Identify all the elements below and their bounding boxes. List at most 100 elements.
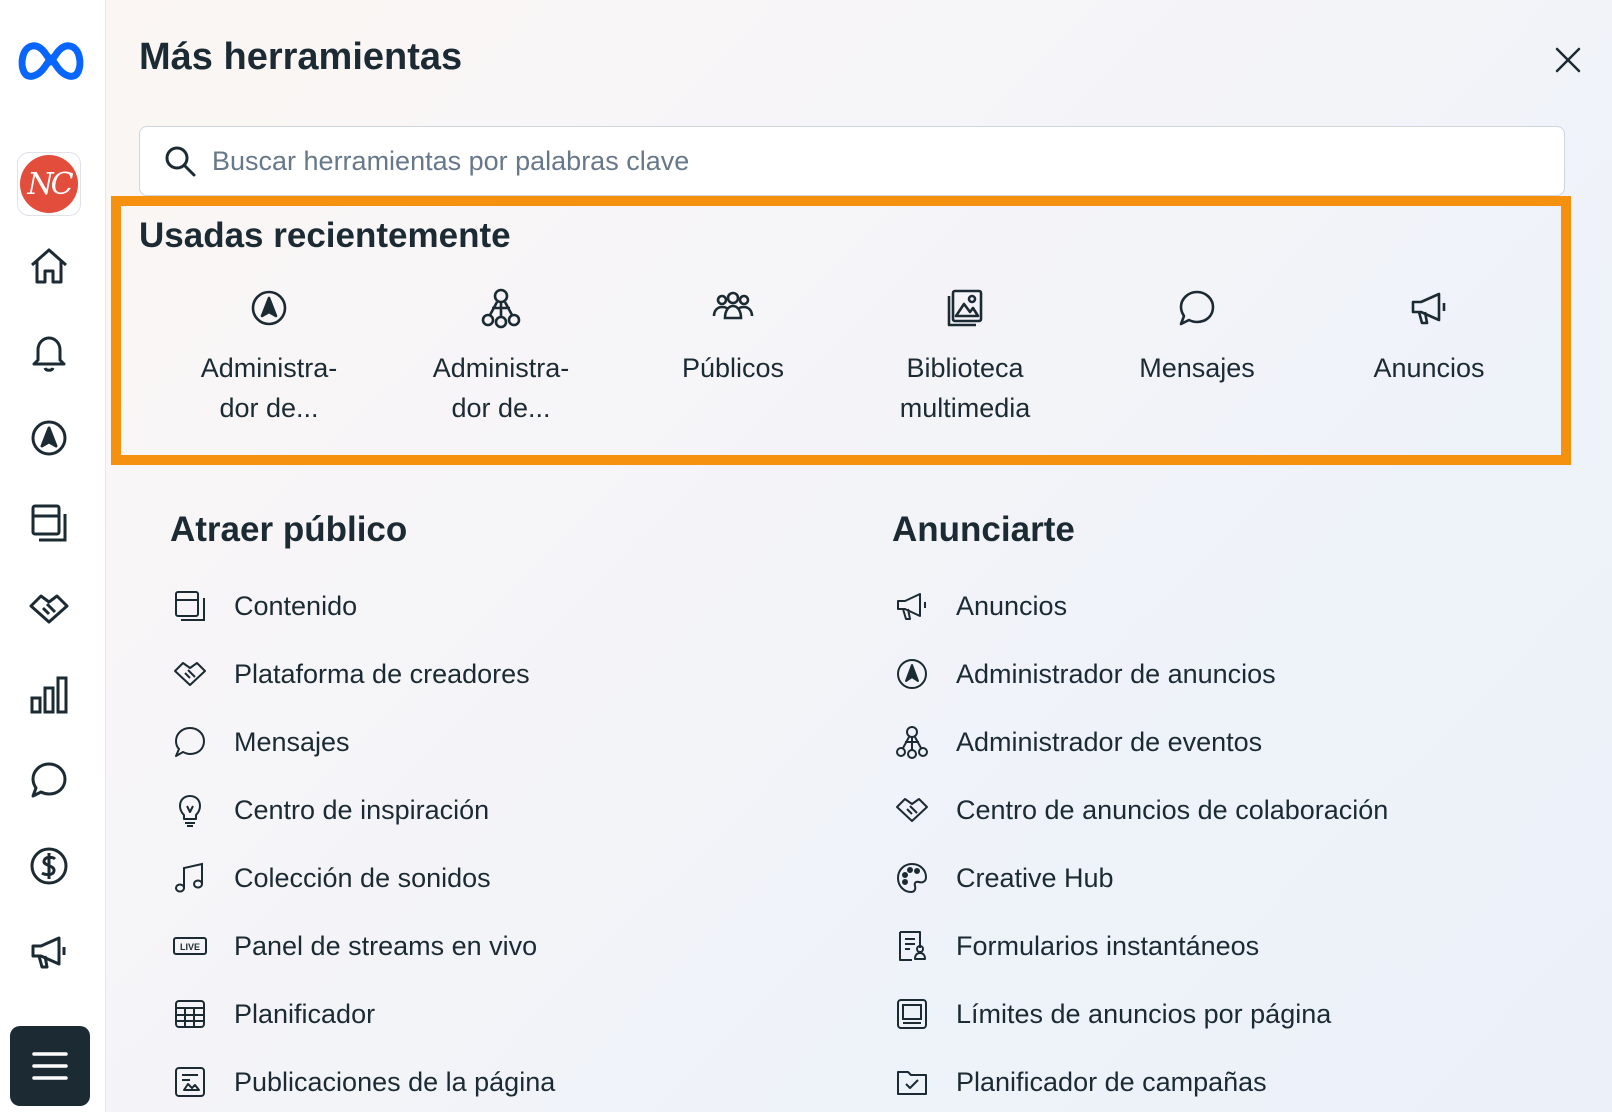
attract-section-title: Atraer público xyxy=(170,510,408,549)
rail-notifications[interactable] xyxy=(21,324,77,380)
tool-creative-hub[interactable]: Creative Hub xyxy=(894,844,1554,912)
tool-inspiration-hub[interactable]: Centro de inspiración xyxy=(172,776,812,844)
meta-logo-icon[interactable] xyxy=(16,34,86,84)
tool-label: Panel de streams en vivo xyxy=(234,930,538,961)
folder-check-icon xyxy=(897,1071,927,1095)
tool-label: Formularios instantáneos xyxy=(956,930,1260,961)
tool-label: Creative Hub xyxy=(956,862,1114,893)
tool-events-manager[interactable]: Administrador de eventos xyxy=(894,708,1554,776)
recent-audiences[interactable]: Públicos xyxy=(633,286,833,436)
left-rail: NC xyxy=(0,0,106,1112)
events-icon xyxy=(481,288,521,329)
ads-manager-icon xyxy=(251,290,287,326)
form-icon xyxy=(899,931,926,961)
tool-label: Contenido xyxy=(234,590,358,621)
tool-planner[interactable]: Planificador xyxy=(172,980,812,1048)
tool-label: Anuncios xyxy=(956,590,1068,621)
tool-label: Administrador de eventos xyxy=(956,726,1263,757)
tool-label: Límites de anuncios por página xyxy=(956,998,1332,1029)
tool-label: Mensajes xyxy=(234,726,350,757)
tool-label: Plataforma de creadores xyxy=(234,658,530,689)
recent-tools: Administra- dor de... Administra- dor de… xyxy=(159,286,1589,436)
page-limit-icon xyxy=(897,999,927,1029)
megaphone-icon xyxy=(897,593,926,620)
page-posts-icon xyxy=(175,1067,205,1097)
recent-media-library[interactable]: Biblioteca multimedia xyxy=(865,286,1065,436)
rail-monetization[interactable] xyxy=(21,838,77,894)
page-title: Más herramientas xyxy=(139,36,463,78)
tool-sound-collection[interactable]: Colección de sonidos xyxy=(172,844,812,912)
recent-label: Biblioteca multimedia xyxy=(865,348,1065,428)
close-button[interactable] xyxy=(1548,40,1588,80)
rail-content[interactable] xyxy=(21,494,77,550)
megaphone-icon xyxy=(1411,292,1446,325)
rail-ads[interactable] xyxy=(21,924,77,980)
avatar-initials: NC xyxy=(20,155,78,213)
recent-label: Administra- dor de... xyxy=(401,348,601,428)
tool-label: Administrador de anuncios xyxy=(956,658,1276,689)
home-icon xyxy=(31,248,67,284)
tool-instant-forms[interactable]: Formularios instantáneos xyxy=(894,912,1554,980)
tool-label: Publicaciones de la página xyxy=(234,1066,556,1097)
recent-section-title: Usadas recientemente xyxy=(139,216,511,255)
rail-creators[interactable] xyxy=(21,580,77,636)
tool-collab-ads[interactable]: Centro de anuncios de colaboración xyxy=(894,776,1554,844)
tool-ads-manager[interactable]: Administrador de anuncios xyxy=(894,640,1554,708)
tool-creator-platform[interactable]: Plataforma de creadores xyxy=(172,640,812,708)
search-icon xyxy=(165,146,196,177)
megaphone-icon xyxy=(31,936,66,969)
recent-label-line: dor de... xyxy=(219,393,319,423)
tool-content[interactable]: Contenido xyxy=(172,572,812,640)
tool-page-posts[interactable]: Publicaciones de la página xyxy=(172,1048,812,1112)
avatar[interactable]: NC xyxy=(17,152,81,216)
recent-label-line: Públicos xyxy=(681,353,785,383)
recent-ads-manager[interactable]: Administra- dor de... xyxy=(169,286,369,436)
calendar-grid-icon xyxy=(175,1000,205,1028)
media-library-icon xyxy=(947,289,983,327)
handshake-icon xyxy=(896,798,928,822)
search-input[interactable] xyxy=(212,145,1512,177)
bell-icon xyxy=(32,336,66,372)
recent-messages[interactable]: Mensajes xyxy=(1097,286,1297,436)
palette-icon xyxy=(896,862,928,894)
recent-label: Mensajes xyxy=(1097,348,1297,388)
message-icon xyxy=(1179,290,1215,326)
search-box[interactable] xyxy=(139,126,1565,196)
rail-insights[interactable] xyxy=(21,666,77,722)
ads-manager-icon xyxy=(897,659,927,689)
rail-home[interactable] xyxy=(21,238,77,294)
recent-events-manager[interactable]: Administra- dor de... xyxy=(401,286,601,436)
tool-campaign-planner[interactable]: Planificador de campañas xyxy=(894,1048,1554,1112)
rail-ads-manager[interactable] xyxy=(21,410,77,466)
recent-label: Anuncios xyxy=(1329,348,1529,388)
tool-page-ad-limits[interactable]: Límites de anuncios por página xyxy=(894,980,1554,1048)
ads-manager-icon xyxy=(31,420,67,456)
events-icon xyxy=(896,726,928,759)
lightbulb-icon xyxy=(179,795,201,827)
content-icon xyxy=(175,591,205,621)
tool-ads[interactable]: Anuncios xyxy=(894,572,1554,640)
advertise-tools-list: Anuncios Administrador de anuncios Admin… xyxy=(894,572,1554,1112)
recent-label-line: Administra- xyxy=(200,353,338,383)
recent-label-line: Administra- xyxy=(432,353,570,383)
message-icon xyxy=(31,762,67,798)
content-icon xyxy=(31,504,67,542)
recent-ads[interactable]: Anuncios xyxy=(1329,286,1529,436)
recent-label: Administra- dor de... xyxy=(169,348,369,428)
menu-button[interactable] xyxy=(10,1026,90,1106)
recent-label-line: multimedia xyxy=(899,393,1031,423)
dollar-icon xyxy=(30,847,68,885)
recent-label-line: Biblioteca xyxy=(906,353,1024,383)
tool-live-dashboard[interactable]: LIVE Panel de streams en vivo xyxy=(172,912,812,980)
tool-messages[interactable]: Mensajes xyxy=(172,708,812,776)
close-icon xyxy=(1555,47,1581,73)
recent-label-line: Mensajes xyxy=(1139,353,1255,383)
rail-messages[interactable] xyxy=(21,752,77,808)
menu-icon xyxy=(32,1052,68,1080)
handshake-icon xyxy=(29,594,69,624)
recent-label: Públicos xyxy=(633,348,833,388)
audiences-icon xyxy=(712,291,754,320)
advertise-section-title: Anunciarte xyxy=(892,510,1075,549)
recent-label-line: Anuncios xyxy=(1373,353,1485,383)
tool-label: Centro de anuncios de colaboración xyxy=(956,794,1389,825)
